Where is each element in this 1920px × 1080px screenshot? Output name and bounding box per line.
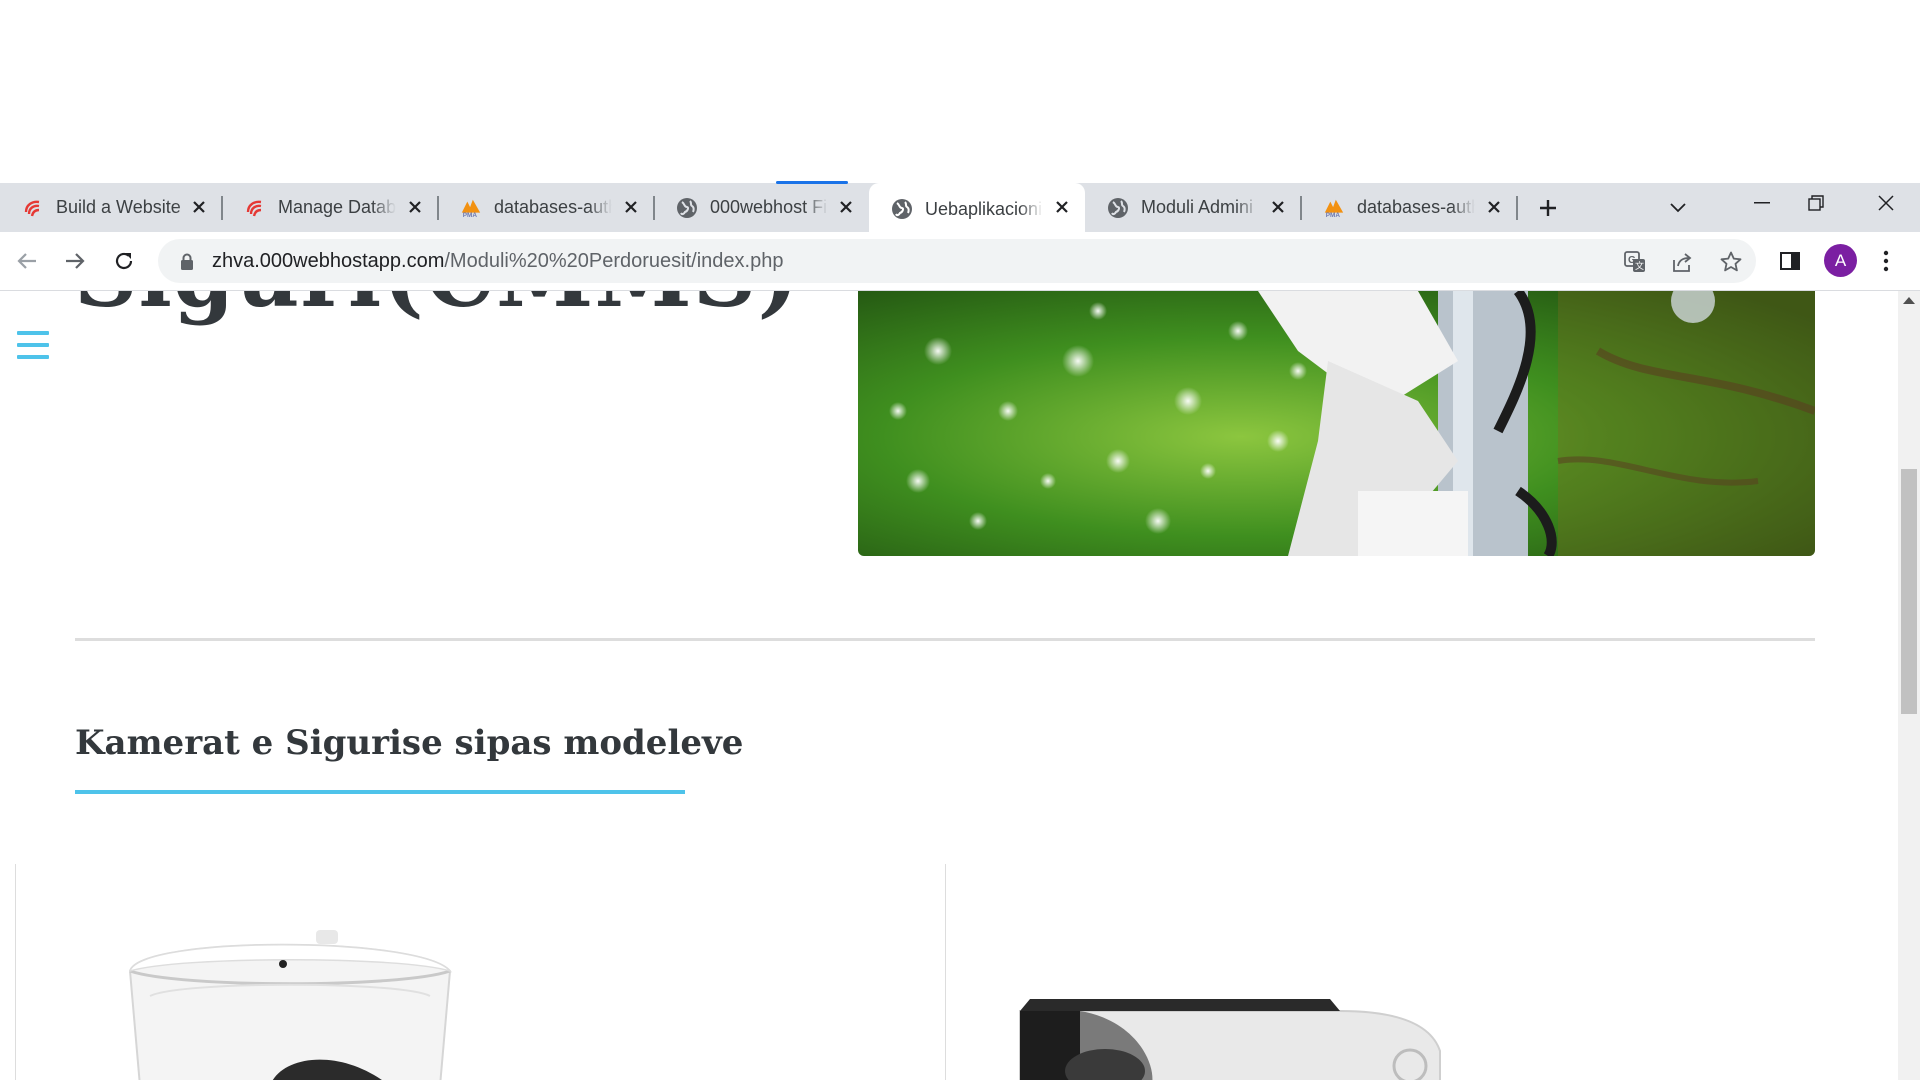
lock-icon[interactable] [178, 252, 196, 270]
close-icon[interactable] [620, 196, 642, 218]
minimize-icon [1754, 202, 1770, 204]
000webhost-icon [22, 197, 44, 219]
tab-title: Manage Database [278, 197, 396, 217]
tab-title: Build a Website [56, 197, 181, 217]
close-icon[interactable] [835, 196, 857, 218]
bullet-camera-image[interactable] [1010, 991, 1450, 1080]
side-panel-button[interactable] [1774, 245, 1806, 277]
scroll-up-arrow-icon[interactable] [1903, 297, 1915, 304]
globe-icon [891, 198, 913, 220]
address-bar[interactable]: zhva.000webhostapp.com /Moduli%20%20Perd… [158, 239, 1756, 283]
url-path: /Moduli%20%20Perdoruesit/index.php [444, 249, 784, 272]
browser-menu-button[interactable] [1870, 245, 1902, 277]
tab-moduli-admini[interactable]: Moduli Admini [1085, 183, 1302, 232]
tab-title: databases-auth [494, 197, 612, 217]
tab-title: Uebaplikacioni [925, 198, 1043, 219]
product-card-border [945, 864, 946, 1080]
arrow-left-icon [17, 253, 36, 269]
tab-strip: Build a Website Manage Database PMA data… [0, 183, 1920, 235]
close-icon[interactable] [1483, 196, 1505, 218]
dome-camera-image[interactable] [120, 926, 460, 1080]
translate-button[interactable]: G文 [1620, 247, 1650, 277]
tab-title: 000webhost File [710, 197, 828, 217]
side-panel-icon [1780, 252, 1800, 270]
svg-text:PMA: PMA [1326, 212, 1341, 219]
phpmyadmin-icon: PMA [1323, 197, 1345, 219]
svg-text:文: 文 [1635, 260, 1644, 272]
scrollbar-thumb[interactable] [1901, 469, 1917, 714]
new-tab-button[interactable] [1532, 192, 1564, 224]
tab-000webhost-file[interactable]: 000webhost File [654, 183, 869, 232]
000webhost-icon [244, 197, 266, 219]
menu-icon[interactable] [17, 331, 49, 359]
tab-loading-indicator [776, 181, 848, 184]
close-window-button[interactable] [1854, 183, 1918, 223]
forward-button[interactable] [59, 245, 91, 277]
url-host: zhva.000webhostapp.com [212, 249, 445, 272]
share-icon [1673, 253, 1692, 272]
hero-title: Siguri(CMMS) [74, 291, 800, 327]
section-divider [75, 638, 1815, 641]
tab-databases-auth[interactable]: PMA databases-auth [438, 183, 655, 232]
tab-title: databases-auth [1357, 197, 1475, 217]
close-icon[interactable] [1051, 196, 1073, 218]
section-heading-underline [75, 790, 685, 794]
tab-search-button[interactable] [1662, 192, 1694, 224]
page-viewport: Siguri(CMMS) [0, 291, 1898, 1080]
restore-button[interactable] [1784, 183, 1848, 223]
tab-uebaplikacioni[interactable]: Uebaplikacioni [869, 183, 1085, 235]
security-camera-hero-image [858, 291, 1815, 556]
reload-button[interactable] [108, 245, 140, 277]
blank-area-above-browser [0, 0, 1920, 183]
browser-toolbar: zhva.000webhostapp.com /Moduli%20%20Perd… [0, 232, 1920, 291]
product-card-border [15, 864, 16, 1080]
more-vert-icon [1883, 250, 1889, 272]
close-icon[interactable] [404, 196, 426, 218]
section-heading: Kamerat e Sigurise sipas modeleve [75, 723, 744, 763]
chevron-down-icon [1670, 203, 1686, 213]
page-scrollbar[interactable] [1898, 291, 1920, 1080]
svg-text:PMA: PMA [463, 212, 478, 219]
tab-separator [1516, 196, 1518, 220]
back-button[interactable] [11, 245, 43, 277]
close-icon[interactable] [188, 196, 210, 218]
tab-build-website[interactable]: Build a Website [0, 183, 223, 232]
reload-icon [115, 252, 133, 270]
tab-manage-database[interactable]: Manage Database [222, 183, 439, 232]
star-icon [1720, 251, 1742, 272]
translate-icon: G文 [1624, 251, 1645, 272]
globe-icon [1107, 197, 1129, 219]
tab-title: Moduli Admini [1141, 197, 1254, 217]
profile-avatar[interactable]: A [1824, 244, 1857, 277]
restore-icon [1808, 195, 1824, 211]
arrow-right-icon [66, 253, 85, 269]
tab-databases-auth-2[interactable]: PMA databases-auth [1301, 183, 1518, 232]
close-icon [1878, 195, 1894, 211]
bookmark-star-button[interactable] [1716, 247, 1746, 277]
phpmyadmin-icon: PMA [460, 197, 482, 219]
globe-icon [676, 197, 698, 219]
plus-icon [1540, 200, 1556, 216]
close-icon[interactable] [1267, 196, 1289, 218]
share-button[interactable] [1668, 247, 1698, 277]
